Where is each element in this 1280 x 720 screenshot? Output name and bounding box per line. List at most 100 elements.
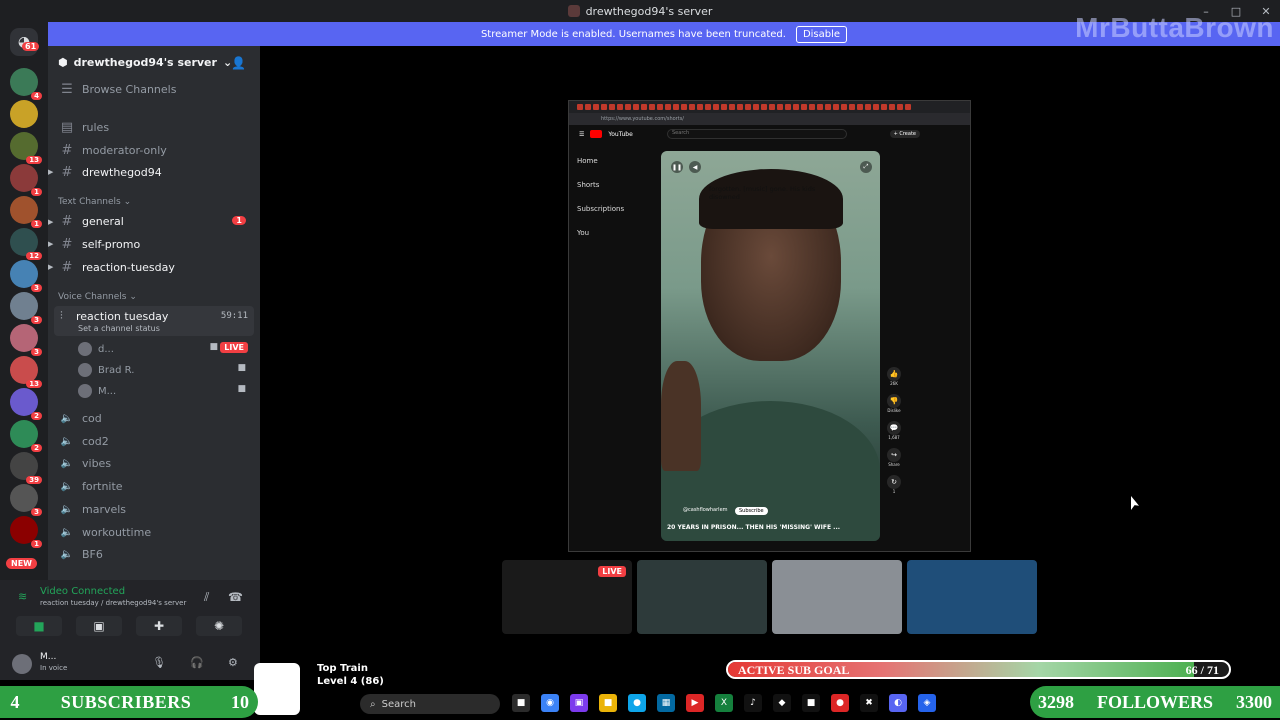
channel-rules[interactable]: ▤ rules: [60, 120, 109, 135]
voice-channel-workouttime[interactable]: 🔈 workouttime: [60, 526, 151, 539]
server-icon-button[interactable]: 3: [10, 324, 42, 356]
speaker-icon: 🔈: [60, 458, 74, 470]
participant-tile[interactable]: [772, 560, 902, 634]
server-mention-badge: 1: [31, 540, 42, 548]
add-member-icon[interactable]: 👤: [231, 56, 246, 70]
taskbar-app-icon[interactable]: ●: [628, 694, 646, 712]
server-icon-button[interactable]: 12: [10, 228, 42, 260]
server-mention-badge: 2: [31, 412, 42, 420]
server-icon-button[interactable]: 4: [10, 68, 42, 100]
server-icon-button[interactable]: [10, 100, 38, 128]
screen-share-stage[interactable]: https://www.youtube.com/shorts/ ☰ YouTub…: [568, 100, 971, 552]
taskbar-app-icon[interactable]: ▦: [657, 694, 675, 712]
server-icon-button[interactable]: 3: [10, 484, 42, 516]
participant-tile[interactable]: [637, 560, 767, 634]
server-header[interactable]: ⬢ drewthegod94's server ⌄ 👤: [48, 46, 260, 78]
channel-general[interactable]: # general: [60, 214, 124, 229]
server-icon-button[interactable]: 3: [10, 292, 42, 324]
user-avatar[interactable]: [12, 654, 32, 674]
taskbar-search[interactable]: ⌕ Search: [360, 694, 500, 714]
channel-self-promo[interactable]: # self-promo: [60, 237, 141, 252]
participant-tile[interactable]: [907, 560, 1037, 634]
voice-user-2[interactable]: Brad R.: [78, 363, 134, 377]
server-icon-button[interactable]: 1: [10, 516, 42, 548]
list-icon: ☰: [61, 82, 73, 97]
taskbar-app-icon[interactable]: ✖: [860, 694, 878, 712]
user-panel: ≋ Video Connected reaction tuesday / dre…: [0, 580, 260, 680]
disable-streamer-mode-button[interactable]: Disable: [795, 25, 848, 43]
channel-moderator-only[interactable]: # moderator-only: [60, 143, 167, 158]
taskbar-app-icon[interactable]: ◐: [889, 694, 907, 712]
browse-channels[interactable]: ☰ Browse Channels: [60, 82, 176, 97]
volume-icon: ◀: [689, 161, 701, 173]
headphones-icon[interactable]: 🎧: [190, 656, 204, 669]
taskbar-app-icon[interactable]: ▶: [686, 694, 704, 712]
noise-suppression-icon[interactable]: ⫽: [204, 590, 209, 605]
subscribe-button: Subscribe: [735, 507, 768, 515]
server-icon-button[interactable]: 2: [10, 388, 42, 420]
short-action-label: 1: [892, 489, 896, 494]
browser-tab-icon: [721, 104, 727, 110]
channel-reaction-tuesday[interactable]: # reaction-tuesday: [60, 260, 175, 275]
taskbar-app-icon[interactable]: ■: [512, 694, 530, 712]
voice-channel-label: BF6: [82, 548, 103, 562]
voice-channel-cod[interactable]: 🔈 cod: [60, 412, 102, 425]
youtube-create-button: + Create: [889, 130, 920, 138]
voice-channel-marvels[interactable]: 🔈 marvels: [60, 503, 126, 516]
camera-icon: ■: [209, 342, 218, 352]
window-title: drewthegod94's server: [585, 4, 713, 18]
taskbar-app-icon[interactable]: ◈: [918, 694, 936, 712]
speaker-icon: 🔈: [60, 481, 74, 493]
activities-button[interactable]: ✚: [136, 616, 182, 636]
chevron-down-icon: ⌄: [123, 197, 132, 207]
server-icon-button[interactable]: 39: [10, 452, 42, 484]
browser-tab-icon: [617, 104, 623, 110]
server-icon-button[interactable]: 13: [10, 356, 42, 388]
taskbar-app-icon[interactable]: ◉: [541, 694, 559, 712]
taskbar-app-icon[interactable]: ●: [831, 694, 849, 712]
server-icon-button[interactable]: 1: [10, 196, 42, 228]
category-voice-channels[interactable]: Voice Channels ⌄: [58, 292, 137, 302]
server-mention-badge: 3: [31, 316, 42, 324]
server-mention-badge: 1: [31, 220, 42, 228]
server-icon-button[interactable]: 1: [10, 164, 42, 196]
browser-tab-icon: [793, 104, 799, 110]
soundboard-button[interactable]: ✺: [196, 616, 242, 636]
camera-button[interactable]: ■: [16, 616, 62, 636]
browser-tab-icon: [905, 104, 911, 110]
voice-location: reaction tuesday / drewthegod94's server: [40, 599, 187, 607]
voice-channel-fortnite[interactable]: 🔈 fortnite: [60, 480, 123, 493]
microphone-icon[interactable]: 🎙: [152, 656, 166, 669]
server-icon-button[interactable]: 2: [10, 420, 42, 452]
voice-user-3[interactable]: M...: [78, 384, 116, 398]
voice-user-1[interactable]: d...: [78, 342, 114, 356]
server-shield-icon: ⬢: [58, 55, 68, 69]
taskbar-app-icon[interactable]: X: [715, 694, 733, 712]
participant-tile[interactable]: LIVE: [502, 560, 632, 634]
server-icon-button[interactable]: 13: [10, 132, 42, 164]
browser-tab-icon: [705, 104, 711, 110]
channel-status[interactable]: Set a channel status: [78, 324, 160, 333]
video-connected-label[interactable]: Video Connected: [40, 586, 125, 597]
taskbar-app-icon[interactable]: ◆: [773, 694, 791, 712]
screen-share-button[interactable]: ▣: [76, 616, 122, 636]
taskbar-app-icon[interactable]: ■: [802, 694, 820, 712]
camera-icon: ■: [237, 363, 246, 373]
taskbar-app-icon[interactable]: ▣: [570, 694, 588, 712]
voice-channel-vibes[interactable]: 🔈 vibes: [60, 457, 111, 470]
voice-channel-reaction-tuesday[interactable]: ⫶ reaction tuesday Set a channel status …: [54, 306, 254, 336]
train-icon: [254, 663, 300, 715]
taskbar-app-icon[interactable]: ■: [599, 694, 617, 712]
disconnect-icon[interactable]: ☎: [228, 590, 243, 604]
browser-tab-icon: [881, 104, 887, 110]
voice-channel-cod2[interactable]: 🔈 cod2: [60, 435, 109, 448]
live-badge: LIVE: [220, 342, 248, 353]
taskbar-app-icon[interactable]: ♪: [744, 694, 762, 712]
browser-tab-icon: [641, 104, 647, 110]
mouse-cursor-icon: [1131, 496, 1139, 510]
voice-channel-bf6[interactable]: 🔈 BF6: [60, 548, 103, 561]
channel-drewthegod94[interactable]: # drewthegod94: [60, 165, 162, 180]
gear-icon[interactable]: ⚙: [228, 656, 238, 669]
server-icon-button[interactable]: 3: [10, 260, 42, 292]
category-text-channels[interactable]: Text Channels ⌄: [58, 197, 131, 207]
